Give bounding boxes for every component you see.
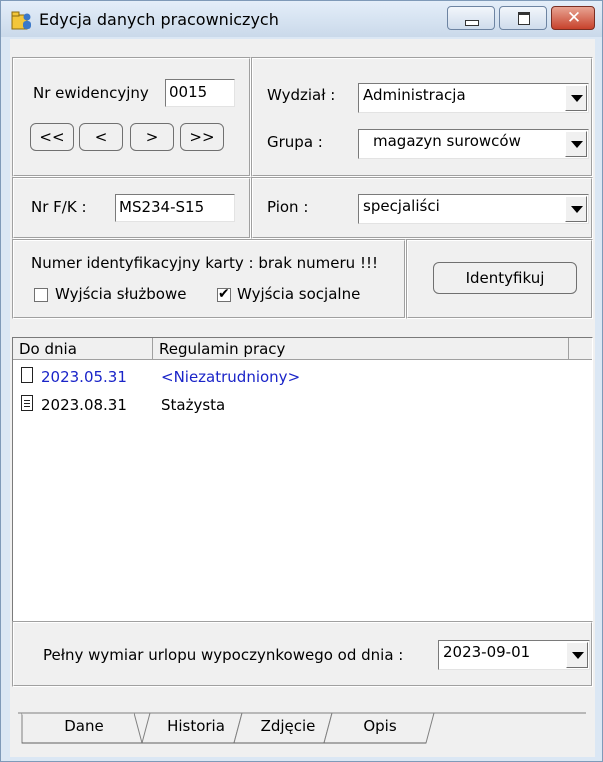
- row-regulamin: Stażysta: [161, 396, 226, 414]
- tab-zdjecie[interactable]: Zdjęcie: [242, 713, 334, 741]
- pion-select[interactable]: specjaliści: [358, 194, 589, 224]
- minimize-button[interactable]: [447, 6, 495, 30]
- leave-panel: Pełny wymiar urlopu wypoczynkowego od dn…: [12, 621, 593, 687]
- department-panel: Wydział : Administracja Grupa : magazyn …: [251, 57, 593, 177]
- nr-ewidencyjny-field[interactable]: 0015: [165, 79, 235, 107]
- identify-panel: Identyfikuj: [406, 239, 593, 319]
- leave-date-value: 2023-09-01: [443, 643, 531, 661]
- chevron-down-icon[interactable]: [565, 196, 587, 222]
- history-list[interactable]: Do dnia Regulamin pracy 2023.05.31 <Niez…: [12, 337, 593, 623]
- document-icon: [21, 367, 33, 383]
- document-icon: [21, 395, 33, 411]
- row-date: 2023.08.31: [41, 396, 127, 414]
- pion-value: specjaliści: [363, 197, 440, 215]
- column-header-date[interactable]: Do dnia: [13, 338, 153, 360]
- leave-date-select[interactable]: 2023-09-01: [438, 640, 590, 670]
- wydzial-value: Administracja: [363, 86, 466, 104]
- wyjscia-socjalne-checkbox[interactable]: [217, 285, 231, 303]
- list-item[interactable]: 2023.05.31 <Niezatrudniony>: [13, 365, 592, 389]
- tab-historia[interactable]: Historia: [150, 713, 242, 741]
- last-record-button[interactable]: >>: [180, 123, 224, 151]
- next-record-button[interactable]: >: [130, 123, 174, 151]
- title-bar[interactable]: Edycja danych pracowniczych ✕: [1, 1, 602, 37]
- application-window: Edycja danych pracowniczych ✕ Nr ewidenc…: [0, 0, 603, 762]
- pion-panel: Pion : specjaliści: [251, 177, 593, 239]
- client-area: Nr ewidencyjny 0015 << < > >> Wydział : …: [10, 39, 595, 757]
- maximize-button[interactable]: [499, 6, 547, 30]
- grupa-value: magazyn surowców: [373, 132, 521, 150]
- minimize-icon: [465, 20, 479, 26]
- employee-id-panel: Nr ewidencyjny 0015 << < > >>: [12, 57, 251, 177]
- column-header-regulamin[interactable]: Regulamin pracy: [153, 338, 569, 360]
- previous-record-button[interactable]: <: [79, 123, 123, 151]
- nr-fk-label: Nr F/K :: [31, 198, 87, 216]
- chevron-down-icon[interactable]: [565, 85, 587, 111]
- window-title: Edycja danych pracowniczych: [39, 10, 279, 29]
- fk-panel: Nr F/K : MS234-S15: [12, 177, 251, 239]
- column-header-filler: [569, 338, 592, 360]
- leave-label: Pełny wymiar urlopu wypoczynkowego od dn…: [43, 646, 404, 664]
- list-item[interactable]: 2023.08.31 Stażysta: [13, 393, 592, 417]
- tab-opis[interactable]: Opis: [334, 713, 426, 741]
- nr-ewidencyjny-label: Nr ewidencyjny: [33, 84, 149, 102]
- wydzial-label: Wydział :: [267, 86, 336, 104]
- identify-button[interactable]: Identyfikuj: [433, 262, 577, 294]
- pion-label: Pion :: [267, 198, 309, 216]
- grupa-select[interactable]: magazyn surowców: [358, 129, 589, 159]
- wydzial-select[interactable]: Administracja: [358, 83, 589, 113]
- wyjscia-sluzbowe-checkbox[interactable]: [34, 288, 48, 302]
- card-number-text: Numer identyfikacyjny karty : brak numer…: [31, 254, 378, 272]
- first-record-button[interactable]: <<: [30, 123, 74, 151]
- row-regulamin: <Niezatrudniony>: [161, 368, 301, 386]
- folder-person-icon: [11, 11, 31, 30]
- tab-dane[interactable]: Dane: [44, 713, 124, 741]
- wyjscia-sluzbowe-label[interactable]: Wyjścia służbowe: [55, 285, 186, 303]
- close-icon: ✕: [566, 8, 582, 28]
- grupa-label: Grupa :: [267, 133, 323, 151]
- card-panel: Numer identyfikacyjny karty : brak numer…: [12, 239, 406, 319]
- chevron-down-icon[interactable]: [565, 131, 587, 157]
- row-date: 2023.05.31: [41, 368, 127, 386]
- nr-fk-field[interactable]: MS234-S15: [115, 194, 235, 222]
- wyjscia-socjalne-label[interactable]: Wyjścia socjalne: [237, 285, 360, 303]
- close-button[interactable]: ✕: [551, 6, 595, 30]
- maximize-icon: [518, 12, 530, 25]
- chevron-down-icon[interactable]: [566, 642, 588, 668]
